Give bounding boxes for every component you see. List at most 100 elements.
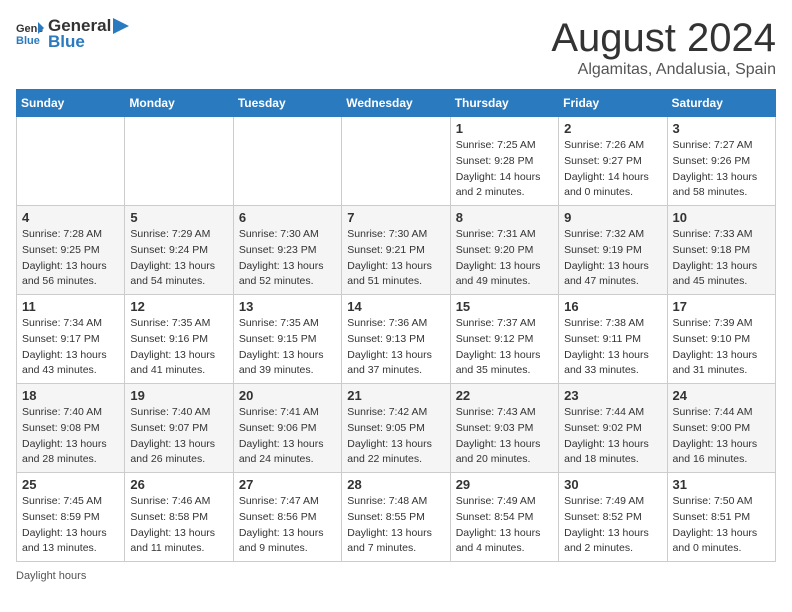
calendar-header-wednesday: Wednesday	[342, 90, 450, 117]
logo-icon: General Blue	[16, 20, 44, 48]
calendar-cell	[233, 117, 341, 206]
day-info: Sunrise: 7:44 AM Sunset: 9:00 PM Dayligh…	[673, 405, 770, 468]
day-info: Sunrise: 7:50 AM Sunset: 8:51 PM Dayligh…	[673, 494, 770, 557]
calendar-cell: 27Sunrise: 7:47 AM Sunset: 8:56 PM Dayli…	[233, 473, 341, 562]
day-number: 16	[564, 299, 661, 314]
day-info: Sunrise: 7:40 AM Sunset: 9:07 PM Dayligh…	[130, 405, 227, 468]
calendar-week-row: 18Sunrise: 7:40 AM Sunset: 9:08 PM Dayli…	[17, 384, 776, 473]
calendar-header-saturday: Saturday	[667, 90, 775, 117]
page-header: General Blue General Blue August 2024 Al…	[16, 16, 776, 79]
calendar-cell: 7 Sunrise: 7:30 AM Sunset: 9:21 PM Daylig…	[342, 206, 450, 295]
day-number: 12	[130, 299, 227, 314]
day-info: Sunrise: 7:46 AM Sunset: 8:58 PM Dayligh…	[130, 494, 227, 557]
title-block: August 2024 Algamitas, Andalusia, Spain	[551, 16, 776, 79]
calendar-week-row: 4Sunrise: 7:28 AM Sunset: 9:25 PM Daylig…	[17, 206, 776, 295]
calendar-cell: 26 Sunrise: 7:46 AM Sunset: 8:58 PM Dayli…	[125, 473, 233, 562]
calendar-cell: 25 Sunrise: 7:45 AM Sunset: 8:59 PM Dayli…	[17, 473, 125, 562]
calendar-cell	[17, 117, 125, 206]
calendar-cell	[125, 117, 233, 206]
calendar-cell: 20 Sunrise: 7:41 AM Sunset: 9:06 PM Dayli…	[233, 384, 341, 473]
day-info: Sunrise: 7:42 AM Sunset: 9:05 PM Dayligh…	[347, 405, 444, 468]
day-info: Sunrise: 7:26 AM Sunset: 9:27 PM Dayligh…	[564, 138, 661, 201]
day-number: 13	[239, 299, 336, 314]
calendar-table: SundayMondayTuesdayWednesdayThursdayFrid…	[16, 89, 776, 562]
calendar-cell: 4Sunrise: 7:28 AM Sunset: 9:25 PM Daylig…	[17, 206, 125, 295]
calendar-cell: 16 Sunrise: 7:38 AM Sunset: 9:11 PM Dayli…	[559, 295, 667, 384]
calendar-cell: 15 Sunrise: 7:37 AM Sunset: 9:12 PM Dayli…	[450, 295, 558, 384]
day-number: 26	[130, 477, 227, 492]
calendar-cell: 28 Sunrise: 7:48 AM Sunset: 8:55 PM Dayli…	[342, 473, 450, 562]
day-number: 6	[239, 210, 336, 225]
calendar-cell: 17 Sunrise: 7:39 AM Sunset: 9:10 PM Dayli…	[667, 295, 775, 384]
day-number: 5	[130, 210, 227, 225]
calendar-cell: 12 Sunrise: 7:35 AM Sunset: 9:16 PM Dayli…	[125, 295, 233, 384]
day-number: 28	[347, 477, 444, 492]
day-info: Sunrise: 7:49 AM Sunset: 8:52 PM Dayligh…	[564, 494, 661, 557]
day-info: Sunrise: 7:29 AM Sunset: 9:24 PM Dayligh…	[130, 227, 227, 290]
day-number: 24	[673, 388, 770, 403]
calendar-header-monday: Monday	[125, 90, 233, 117]
day-number: 21	[347, 388, 444, 403]
calendar-cell: 8Sunrise: 7:31 AM Sunset: 9:20 PM Daylig…	[450, 206, 558, 295]
day-number: 17	[673, 299, 770, 314]
day-info: Sunrise: 7:30 AM Sunset: 9:23 PM Dayligh…	[239, 227, 336, 290]
day-info: Sunrise: 7:28 AM Sunset: 9:25 PM Dayligh…	[22, 227, 119, 290]
calendar-cell: 14Sunrise: 7:36 AM Sunset: 9:13 PM Dayli…	[342, 295, 450, 384]
calendar-cell: 5 Sunrise: 7:29 AM Sunset: 9:24 PM Daylig…	[125, 206, 233, 295]
calendar-cell	[342, 117, 450, 206]
day-number: 3	[673, 121, 770, 136]
day-number: 18	[22, 388, 119, 403]
calendar-cell: 10 Sunrise: 7:33 AM Sunset: 9:18 PM Dayli…	[667, 206, 775, 295]
day-number: 10	[673, 210, 770, 225]
day-number: 22	[456, 388, 553, 403]
calendar-cell: 21 Sunrise: 7:42 AM Sunset: 9:05 PM Dayli…	[342, 384, 450, 473]
day-info: Sunrise: 7:48 AM Sunset: 8:55 PM Dayligh…	[347, 494, 444, 557]
day-info: Sunrise: 7:39 AM Sunset: 9:10 PM Dayligh…	[673, 316, 770, 379]
day-number: 31	[673, 477, 770, 492]
day-number: 20	[239, 388, 336, 403]
logo-arrow-icon	[113, 18, 129, 34]
day-info: Sunrise: 7:36 AM Sunset: 9:13 PM Dayligh…	[347, 316, 444, 379]
day-number: 11	[22, 299, 119, 314]
day-info: Sunrise: 7:30 AM Sunset: 9:21 PM Dayligh…	[347, 227, 444, 290]
day-info: Sunrise: 7:38 AM Sunset: 9:11 PM Dayligh…	[564, 316, 661, 379]
day-number: 1	[456, 121, 553, 136]
svg-text:Blue: Blue	[16, 35, 40, 47]
day-info: Sunrise: 7:35 AM Sunset: 9:16 PM Dayligh…	[130, 316, 227, 379]
day-number: 7	[347, 210, 444, 225]
day-info: Sunrise: 7:37 AM Sunset: 9:12 PM Dayligh…	[456, 316, 553, 379]
day-number: 27	[239, 477, 336, 492]
calendar-cell: 2 Sunrise: 7:26 AM Sunset: 9:27 PM Daylig…	[559, 117, 667, 206]
month-title: August 2024	[551, 16, 776, 61]
calendar-cell: 3 Sunrise: 7:27 AM Sunset: 9:26 PM Daylig…	[667, 117, 775, 206]
calendar-header-tuesday: Tuesday	[233, 90, 341, 117]
calendar-header-sunday: Sunday	[17, 90, 125, 117]
calendar-cell: 31 Sunrise: 7:50 AM Sunset: 8:51 PM Dayli…	[667, 473, 775, 562]
calendar-header-thursday: Thursday	[450, 90, 558, 117]
day-info: Sunrise: 7:35 AM Sunset: 9:15 PM Dayligh…	[239, 316, 336, 379]
calendar-cell: 6 Sunrise: 7:30 AM Sunset: 9:23 PM Daylig…	[233, 206, 341, 295]
day-info: Sunrise: 7:45 AM Sunset: 8:59 PM Dayligh…	[22, 494, 119, 557]
calendar-cell: 30 Sunrise: 7:49 AM Sunset: 8:52 PM Dayli…	[559, 473, 667, 562]
calendar-header-row: SundayMondayTuesdayWednesdayThursdayFrid…	[17, 90, 776, 117]
calendar-cell: 29Sunrise: 7:49 AM Sunset: 8:54 PM Dayli…	[450, 473, 558, 562]
calendar-week-row: 25 Sunrise: 7:45 AM Sunset: 8:59 PM Dayli…	[17, 473, 776, 562]
calendar-cell: 13 Sunrise: 7:35 AM Sunset: 9:15 PM Dayli…	[233, 295, 341, 384]
day-info: Sunrise: 7:41 AM Sunset: 9:06 PM Dayligh…	[239, 405, 336, 468]
calendar-cell: 22 Sunrise: 7:43 AM Sunset: 9:03 PM Dayli…	[450, 384, 558, 473]
calendar-week-row: 11Sunrise: 7:34 AM Sunset: 9:17 PM Dayli…	[17, 295, 776, 384]
calendar-cell: 24 Sunrise: 7:44 AM Sunset: 9:00 PM Dayli…	[667, 384, 775, 473]
calendar-cell: 18Sunrise: 7:40 AM Sunset: 9:08 PM Dayli…	[17, 384, 125, 473]
calendar-cell: 9Sunrise: 7:32 AM Sunset: 9:19 PM Daylig…	[559, 206, 667, 295]
footer-note: Daylight hours	[16, 570, 776, 582]
day-number: 30	[564, 477, 661, 492]
day-info: Sunrise: 7:27 AM Sunset: 9:26 PM Dayligh…	[673, 138, 770, 201]
day-info: Sunrise: 7:32 AM Sunset: 9:19 PM Dayligh…	[564, 227, 661, 290]
day-number: 25	[22, 477, 119, 492]
day-number: 2	[564, 121, 661, 136]
day-info: Sunrise: 7:33 AM Sunset: 9:18 PM Dayligh…	[673, 227, 770, 290]
calendar-cell: 1Sunrise: 7:25 AM Sunset: 9:28 PM Daylig…	[450, 117, 558, 206]
calendar-week-row: 1Sunrise: 7:25 AM Sunset: 9:28 PM Daylig…	[17, 117, 776, 206]
day-info: Sunrise: 7:43 AM Sunset: 9:03 PM Dayligh…	[456, 405, 553, 468]
day-number: 15	[456, 299, 553, 314]
